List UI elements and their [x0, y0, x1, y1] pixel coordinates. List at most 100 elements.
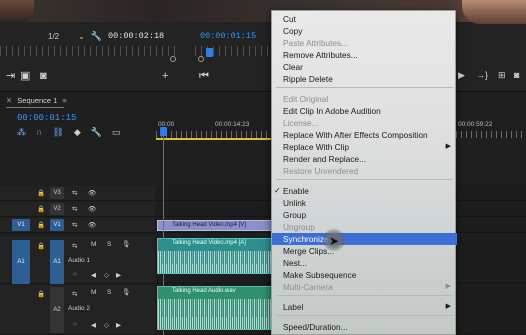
track-header-v3[interactable]: 🔒 V3 ⇆ 👁 — [0, 186, 155, 201]
solo-button[interactable]: S — [107, 241, 111, 248]
track-name[interactable]: V2 — [50, 203, 64, 215]
menu-item-label: Speed/Duration... — [283, 322, 348, 332]
solo-button[interactable]: S — [107, 289, 111, 296]
menu-item-render-and-replace[interactable]: Render and Replace... — [272, 153, 457, 165]
camera-icon[interactable]: ◙ — [40, 70, 47, 82]
sync-lock-icon[interactable]: ⇆ — [72, 290, 77, 298]
lock-icon[interactable]: 🔒 — [37, 189, 45, 197]
source-ruler[interactable] — [0, 46, 175, 56]
sync-lock-icon[interactable]: ⇆ — [72, 189, 77, 197]
track-header-v2[interactable]: 🔒 V2 ⇆ 👁 — [0, 202, 155, 217]
marker-icon[interactable]: ◆ — [74, 127, 81, 138]
keyframe-prev-icon[interactable]: ◀ — [91, 321, 96, 329]
menu-item-enable[interactable]: Enable ✓ — [272, 185, 457, 197]
menu-item-make-subsequence[interactable]: Make Subsequence — [272, 269, 457, 281]
resolution-select[interactable]: 1/2 ⌄ — [48, 32, 85, 41]
microphone-icon[interactable]: 🎙 — [122, 288, 130, 296]
menu-item-label: Nest... — [283, 258, 307, 268]
track-name[interactable]: V1 — [50, 219, 64, 231]
menu-separator — [276, 315, 453, 316]
menu-item-label: Ungroup — [283, 222, 315, 232]
menu-item-synchronize[interactable]: Synchronize — [272, 233, 457, 245]
menu-item-remove-attributes[interactable]: Remove Attributes... — [272, 49, 457, 61]
mute-button[interactable]: M — [91, 241, 96, 248]
source-timecode[interactable]: 00:00:02:18 — [108, 31, 164, 41]
keyframe-add-icon[interactable]: ◇ — [104, 321, 109, 329]
program-playhead[interactable] — [206, 48, 213, 57]
menu-item-replace-with-clip[interactable]: Replace With Clip ▶ — [272, 141, 457, 153]
program-playhead-handle[interactable] — [198, 56, 204, 62]
keyframe-prev-icon[interactable]: ◀ — [91, 271, 96, 279]
video-clip[interactable]: Talking Head Video.mp4 [V] — [157, 220, 272, 231]
waveform — [158, 299, 271, 329]
eye-icon[interactable]: 👁 — [88, 205, 96, 213]
source-playhead-handle[interactable] — [170, 56, 176, 62]
keyframe-next-icon[interactable]: ▶ — [116, 321, 121, 329]
menu-item-label: Make Subsequence — [283, 270, 357, 280]
menu-item-merge-clips[interactable]: Merge Clips... — [272, 245, 457, 257]
menu-item-copy[interactable]: Copy — [272, 25, 457, 37]
audio-clip-2[interactable]: Talking Head Audio.wav — [157, 286, 272, 330]
step-forward-icon[interactable]: →} — [476, 70, 488, 80]
snap-icon[interactable]: ∩ — [36, 127, 42, 138]
play-icon[interactable]: ▶ — [458, 70, 465, 81]
keyframe-next-icon[interactable]: ▶ — [116, 271, 121, 279]
menu-item-label[interactable]: Label ▶ — [272, 301, 457, 313]
lock-icon[interactable]: 🔒 — [37, 290, 45, 298]
program-timecode[interactable]: 00:00:01:15 — [200, 31, 256, 41]
keyframe-add-icon[interactable]: ◇ — [104, 271, 109, 279]
track-name[interactable]: V3 — [50, 187, 64, 199]
menu-item-cut[interactable]: Cut — [272, 13, 457, 25]
menu-item-ripple-delete[interactable]: Ripple Delete — [272, 73, 457, 85]
wrench-icon[interactable]: 🔧 — [91, 31, 102, 42]
volume-icon[interactable]: ○ — [73, 321, 77, 328]
menu-icon[interactable]: ≡ — [62, 96, 66, 105]
track-name[interactable]: A1 — [50, 240, 64, 284]
track-header-a1[interactable]: A1 🔒 A1 ⇆ M S 🎙 Audio 1 ○ ◀ ◇ ▶ — [0, 236, 155, 284]
sequence-tab[interactable]: ✕ Sequence 1 ≡ — [6, 96, 67, 105]
overwrite-icon[interactable]: ▣ — [20, 70, 30, 82]
track-header-a2[interactable]: 🔒 A2 ⇆ M S 🎙 Audio 2 ○ ◀ ◇ ▶ — [0, 285, 155, 335]
checkmark-icon: ✓ — [274, 186, 281, 195]
wrench-icon[interactable]: 🔧 — [91, 127, 102, 138]
source-patch[interactable]: A1 — [12, 240, 30, 284]
menu-item-clear[interactable]: Clear — [272, 61, 457, 73]
linked-selection-icon[interactable]: ⛓ — [52, 127, 63, 138]
export-frame-icon[interactable]: ⊞ — [498, 70, 506, 81]
eye-icon[interactable]: 👁 — [88, 189, 96, 197]
nest-icon[interactable]: ⁂ — [17, 127, 26, 138]
menu-item-edit-clip-in-adobe-audition[interactable]: Edit Clip In Adobe Audition — [272, 105, 457, 117]
add-button-icon[interactable]: + — [162, 70, 168, 82]
menu-item-group[interactable]: Group — [272, 209, 457, 221]
captions-icon[interactable]: ▭ — [112, 127, 121, 138]
close-icon[interactable]: ✕ — [6, 96, 12, 105]
camera-icon[interactable]: ◙ — [514, 70, 519, 80]
timeline-playhead[interactable] — [160, 127, 167, 136]
menu-item-unlink[interactable]: Unlink — [272, 197, 457, 209]
menu-item-replace-with-after-effects-composition[interactable]: Replace With After Effects Composition — [272, 129, 457, 141]
sync-lock-icon[interactable]: ⇆ — [72, 242, 77, 250]
menu-item-label: Cut — [283, 14, 296, 24]
step-icon[interactable]: ⏮ — [199, 70, 209, 82]
menu-item-speed-duration[interactable]: Speed/Duration... — [272, 321, 457, 333]
insert-icon[interactable]: ⇥ — [6, 70, 15, 82]
sync-lock-icon[interactable]: ⇆ — [72, 205, 77, 213]
video-frame-right — [462, 0, 526, 24]
microphone-icon[interactable]: 🎙 — [122, 240, 130, 248]
track-header-v1[interactable]: V1 🔒 V1 ⇆ 👁 — [0, 218, 155, 233]
source-monitor-controls: 1/2 ⌄ 🔧 00:00:02:18 — [48, 28, 164, 44]
menu-item-nest[interactable]: Nest... — [272, 257, 457, 269]
menu-item-label: Replace With After Effects Composition — [283, 130, 428, 140]
source-patch[interactable]: V1 — [12, 219, 30, 231]
audio-clip-1[interactable]: Talking Head Video.mp4 [A] — [157, 238, 272, 274]
lock-icon[interactable]: 🔒 — [37, 221, 45, 229]
eye-icon[interactable]: 👁 — [88, 221, 96, 229]
mute-button[interactable]: M — [91, 289, 96, 296]
track-name[interactable]: A2 — [50, 287, 64, 333]
sequence-timecode[interactable]: 00:00:01:15 — [17, 113, 76, 123]
work-area-bar[interactable] — [156, 138, 286, 140]
lock-icon[interactable]: 🔒 — [37, 242, 45, 250]
volume-icon[interactable]: ○ — [73, 271, 77, 278]
sync-lock-icon[interactable]: ⇆ — [72, 221, 77, 229]
lock-icon[interactable]: 🔒 — [37, 205, 45, 213]
